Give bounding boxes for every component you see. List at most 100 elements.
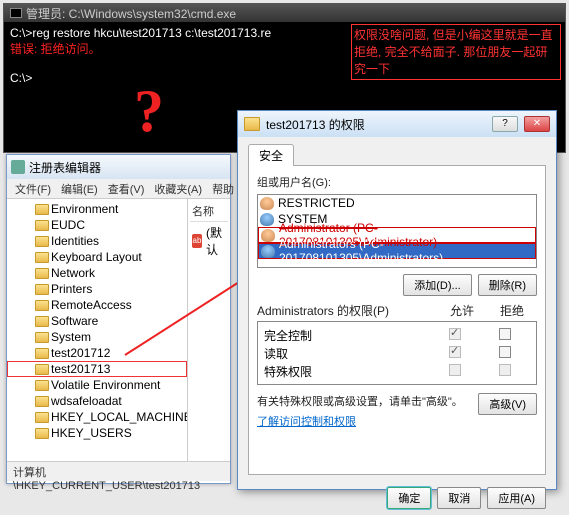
user-list[interactable]: RESTRICTEDSYSTEMAdministrator (PC-201708… bbox=[257, 194, 537, 268]
regedit-titlebar[interactable]: 注册表编辑器 bbox=[7, 155, 230, 179]
perm-name: 完全控制 bbox=[264, 327, 430, 344]
cmd-error-label: 错误: bbox=[10, 42, 37, 56]
folder-icon bbox=[35, 220, 49, 231]
values-header: 名称 bbox=[190, 201, 228, 222]
regedit-menubar: 文件(F) 编辑(E) 查看(V) 收藏夹(A) 帮助 bbox=[7, 179, 230, 199]
folder-icon bbox=[35, 316, 49, 327]
folder-icon bbox=[35, 236, 49, 247]
perm-body: 安全 组或用户名(G): RESTRICTEDSYSTEMAdministrat… bbox=[238, 137, 556, 481]
tree-item-volatile-environment[interactable]: Volatile Environment bbox=[7, 377, 187, 393]
regedit-window: 注册表编辑器 文件(F) 编辑(E) 查看(V) 收藏夹(A) 帮助 Envir… bbox=[6, 154, 231, 484]
cancel-button[interactable]: 取消 bbox=[437, 487, 481, 509]
tree-item-network[interactable]: Network bbox=[7, 265, 187, 281]
tree-item-eudc[interactable]: EUDC bbox=[7, 217, 187, 233]
remove-button[interactable]: 删除(R) bbox=[478, 274, 537, 296]
permissions-dialog: test201713 的权限 ? ✕ 安全 组或用户名(G): RESTRICT… bbox=[237, 110, 557, 490]
tree-item-printers[interactable]: Printers bbox=[7, 281, 187, 297]
folder-icon bbox=[35, 268, 49, 279]
tree-item-system[interactable]: System bbox=[7, 329, 187, 345]
tree-item-keyboard-layout[interactable]: Keyboard Layout bbox=[7, 249, 187, 265]
value-row-default[interactable]: ab (默认 bbox=[190, 222, 228, 260]
perm-titlebar[interactable]: test201713 的权限 ? ✕ bbox=[238, 111, 556, 137]
group-users-label: 组或用户名(G): bbox=[257, 174, 537, 190]
group-icon bbox=[261, 245, 275, 258]
tree-item-test201712[interactable]: test201712 bbox=[7, 345, 187, 361]
advanced-button[interactable]: 高级(V) bbox=[478, 393, 537, 415]
allow-checkbox bbox=[449, 364, 461, 376]
cmd-titlebar[interactable]: 管理员: C:\Windows\system32\cmd.exe bbox=[4, 4, 565, 22]
allow-checkbox bbox=[449, 346, 461, 358]
tree-item-hkey-users[interactable]: HKEY_USERS bbox=[7, 425, 187, 441]
cmd-icon bbox=[10, 8, 22, 18]
regedit-tree[interactable]: Environment EUDC IdentitiesKeyboard Layout… bbox=[7, 199, 188, 461]
perm-name: 特殊权限 bbox=[264, 363, 430, 380]
tree-item-label: Environment bbox=[51, 202, 118, 216]
user-row[interactable]: RESTRICTED bbox=[258, 195, 536, 211]
folder-icon bbox=[35, 396, 49, 407]
group-icon bbox=[260, 213, 274, 226]
perm-row: 完全控制 bbox=[264, 326, 530, 344]
folder-icon bbox=[35, 332, 49, 343]
cmd-body[interactable]: C:\>reg restore hkcu\test201713 c:\test2… bbox=[4, 22, 565, 89]
perm-title-text: test201713 的权限 bbox=[266, 116, 365, 133]
tree-item-label: Network bbox=[51, 266, 95, 280]
folder-icon bbox=[35, 252, 49, 263]
tree-item-environment[interactable]: Environment bbox=[7, 201, 187, 217]
user-name: Administrators (PC-201708101305\Administ… bbox=[279, 237, 533, 265]
deny-checkbox[interactable] bbox=[499, 328, 511, 340]
permissions-box: 完全控制读取特殊权限 bbox=[257, 321, 537, 385]
tree-item-label: test201712 bbox=[51, 346, 110, 360]
tree-item-label: HKEY_LOCAL_MACHINE bbox=[51, 410, 188, 424]
learn-more-link[interactable]: 了解访问控制和权限 bbox=[257, 413, 356, 429]
menu-view[interactable]: 查看(V) bbox=[104, 181, 149, 196]
advanced-note: 有关特殊权限或高级设置，请单击"高级"。 bbox=[257, 393, 470, 409]
tab-security[interactable]: 安全 bbox=[248, 144, 294, 166]
dialog-buttons: 确定 取消 应用(A) bbox=[238, 481, 556, 515]
deny-checkbox[interactable] bbox=[499, 346, 511, 358]
cmd-title-text: 管理员: C:\Windows\system32\cmd.exe bbox=[26, 5, 236, 22]
tree-item-label: Identities bbox=[51, 234, 99, 248]
folder-icon bbox=[35, 364, 49, 375]
menu-help[interactable]: 帮助 bbox=[208, 181, 238, 196]
folder-icon bbox=[35, 412, 49, 423]
tree-item-label: Printers bbox=[51, 282, 92, 296]
question-mark-icon: ? bbox=[134, 77, 164, 146]
allow-header: 允许 bbox=[437, 302, 487, 319]
menu-file[interactable]: 文件(F) bbox=[11, 181, 55, 196]
close-button[interactable]: ✕ bbox=[524, 116, 550, 132]
add-button[interactable]: 添加(D)... bbox=[403, 274, 471, 296]
allow-checkbox bbox=[449, 328, 461, 340]
tree-item-label: test201713 bbox=[51, 362, 110, 376]
user-row[interactable]: Administrators (PC-201708101305\Administ… bbox=[258, 243, 536, 259]
tree-item-test201713[interactable]: test201713 bbox=[7, 361, 187, 377]
regedit-body: Environment EUDC IdentitiesKeyboard Layout… bbox=[7, 199, 230, 461]
tree-item-hkey-local-machine[interactable]: HKEY_LOCAL_MACHINE bbox=[7, 409, 187, 425]
menu-fav[interactable]: 收藏夹(A) bbox=[150, 181, 206, 196]
user-name: RESTRICTED bbox=[278, 196, 355, 210]
perm-row: 特殊权限 bbox=[264, 362, 530, 380]
regedit-values-pane[interactable]: 名称 ab (默认 bbox=[188, 199, 230, 461]
tree-item-software[interactable]: Software bbox=[7, 313, 187, 329]
regedit-statusbar: 计算机\HKEY_CURRENT_USER\test201713 bbox=[7, 461, 230, 481]
folder-icon bbox=[35, 380, 49, 391]
tree-item-label: Software bbox=[51, 314, 98, 328]
security-tab-pane: 组或用户名(G): RESTRICTEDSYSTEMAdministrator … bbox=[248, 165, 546, 475]
annotation-text: 权限没啥问题, 但是小编这里就是一直拒绝, 完全不给面子. 那位朋友一起研究一下 bbox=[351, 24, 561, 80]
deny-checkbox bbox=[499, 364, 511, 376]
tree-item-remoteaccess[interactable]: RemoteAccess bbox=[7, 297, 187, 313]
menu-edit[interactable]: 编辑(E) bbox=[57, 181, 102, 196]
tree-item-wdsafeloadat[interactable]: wdsafeloadat bbox=[7, 393, 187, 409]
folder-icon bbox=[35, 428, 49, 439]
tree-item-identities[interactable]: Identities bbox=[7, 233, 187, 249]
string-value-icon: ab bbox=[192, 234, 202, 248]
tree-item-label: EUDC bbox=[51, 218, 85, 232]
tree-item-label: System bbox=[51, 330, 91, 344]
perm-row: 读取 bbox=[264, 344, 530, 362]
ok-button[interactable]: 确定 bbox=[387, 487, 431, 509]
help-button[interactable]: ? bbox=[492, 116, 518, 132]
user-icon bbox=[260, 197, 274, 210]
folder-icon bbox=[35, 300, 49, 311]
apply-button[interactable]: 应用(A) bbox=[487, 487, 546, 509]
folder-icon bbox=[35, 204, 49, 215]
value-name: (默认 bbox=[206, 224, 226, 258]
